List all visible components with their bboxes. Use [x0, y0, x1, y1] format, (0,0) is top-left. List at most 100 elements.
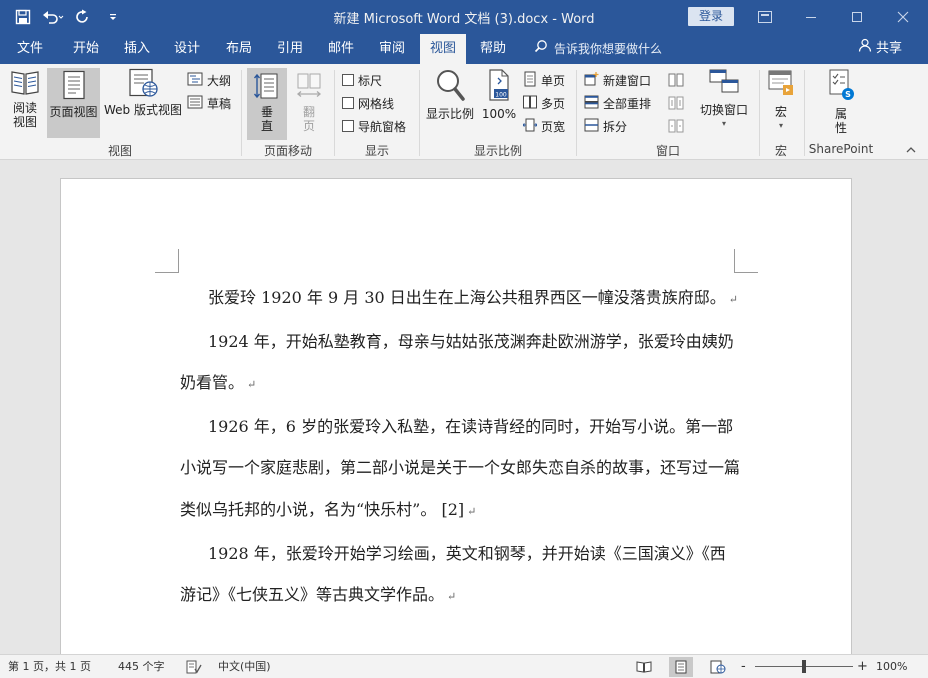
language-indicator[interactable]: 中文(中国) — [218, 655, 271, 678]
multiple-pages-button[interactable]: 多页 — [523, 93, 565, 113]
paragraph-text: 1926 年，6 岁的张爱玲入私塾，在读诗背经的同时，开始写小说。第一部小说写一… — [180, 416, 741, 519]
views-group-label: 视图 — [107, 144, 132, 158]
print-layout-view-icon[interactable] — [669, 657, 693, 677]
synchronous-scrolling-icon[interactable] — [668, 93, 684, 113]
side-to-side-button[interactable]: 翻 页 — [290, 68, 328, 140]
person-icon — [858, 34, 872, 64]
proofing-icon[interactable] — [186, 655, 202, 678]
tab-design[interactable]: 设计 — [164, 34, 210, 64]
arrange-all-label: 全部重排 — [603, 96, 652, 111]
zoom-level[interactable]: 100% — [876, 655, 907, 678]
ribbon-display-options-icon[interactable] — [742, 0, 788, 34]
paragraph-mark: ↵ — [467, 504, 477, 518]
share-button[interactable]: 共享 — [858, 34, 902, 64]
collapse-ribbon-icon[interactable] — [906, 146, 916, 157]
draft-icon — [187, 95, 203, 112]
split-label: 拆分 — [603, 119, 628, 134]
svg-text:100: 100 — [495, 92, 507, 99]
paragraph-text: 张爱玲 1920 年 9 月 30 日出生在上海公共租界西区一幢没落贵族府邸。 — [208, 288, 726, 307]
web-layout-button[interactable]: Web 版式视图 — [102, 68, 184, 138]
margin-corner-top-right — [734, 249, 758, 273]
document-canvas[interactable]: 张爱玲 1920 年 9 月 30 日出生在上海公共租界西区一幢没落贵族府邸。 ↵… — [0, 160, 928, 654]
zoom-out-button[interactable]: - — [741, 655, 746, 678]
navigation-pane-label: 导航窗格 — [358, 119, 407, 134]
navigation-pane-checkbox[interactable]: 导航窗格 — [342, 116, 406, 136]
switch-windows-button[interactable]: 切换窗口 ▾ — [694, 68, 754, 138]
one-page-button[interactable]: 单页 — [523, 70, 565, 90]
web-layout-view-icon[interactable] — [706, 657, 730, 677]
arrange-all-button[interactable]: 全部重排 — [584, 93, 651, 113]
ruler-checkbox[interactable]: 标尺 — [342, 70, 382, 90]
ruler-label: 标尺 — [358, 73, 383, 88]
tell-me-label: 告诉我你想要做什么 — [554, 42, 663, 56]
word-count-indicator[interactable]: 445 个字 — [118, 655, 165, 678]
read-mode-button[interactable]: 阅读 视图 — [6, 68, 44, 138]
macros-group-label: 宏 — [774, 144, 787, 158]
zoom-100-button[interactable]: 100 100% — [480, 68, 518, 138]
tab-view[interactable]: 视图 — [420, 34, 466, 64]
maximize-icon[interactable] — [834, 0, 880, 34]
tell-me-search[interactable]: 告诉我你想要做什么 — [534, 34, 662, 64]
ruler-checkbox-box — [342, 74, 354, 86]
redo-icon[interactable] — [70, 5, 96, 29]
macros-button[interactable]: 宏 ▾ — [763, 68, 799, 138]
zoom-button[interactable]: 显示比例 — [424, 68, 476, 138]
gridlines-checkbox[interactable]: 网格线 — [342, 93, 394, 113]
document-paragraph: 1926 年，6 岁的张爱玲入私塾，在读诗背经的同时，开始写小说。第一部小说写一… — [180, 406, 740, 533]
save-icon[interactable] — [10, 5, 36, 29]
title-bar: 新建 Microsoft Word 文档 (3).docx - Word 登录 — [0, 0, 928, 34]
page-width-label: 页宽 — [541, 119, 566, 134]
print-layout-button[interactable]: 页面视图 — [47, 68, 100, 138]
minimize-icon[interactable] — [788, 0, 834, 34]
tab-layout[interactable]: 布局 — [216, 34, 262, 64]
one-page-label: 单页 — [541, 73, 566, 88]
side-to-side-label: 翻 页 — [302, 105, 315, 133]
tab-insert[interactable]: 插入 — [114, 34, 160, 64]
web-layout-icon — [102, 68, 184, 101]
customize-qat-icon[interactable] — [100, 5, 126, 29]
zoom-label: 显示比例 — [425, 107, 474, 121]
search-icon — [534, 34, 548, 64]
tab-review[interactable]: 审阅 — [369, 34, 415, 64]
paragraph-mark: ↵ — [447, 590, 457, 604]
view-side-by-side-icon[interactable] — [668, 70, 684, 90]
draft-button[interactable]: 草稿 — [187, 93, 231, 113]
outline-button[interactable]: 大纲 — [187, 70, 231, 90]
side-to-side-icon — [290, 72, 328, 103]
vertical-button[interactable]: 垂 直 — [247, 68, 287, 140]
document-page[interactable]: 张爱玲 1920 年 9 月 30 日出生在上海公共租界西区一幢没落贵族府邸。 ↵… — [60, 178, 852, 654]
one-page-icon — [523, 71, 537, 90]
page-width-icon — [522, 117, 538, 136]
tab-home[interactable]: 开始 — [62, 34, 110, 64]
outline-icon — [187, 72, 203, 89]
new-window-icon — [584, 71, 599, 89]
tab-file[interactable]: 文件 — [8, 34, 52, 64]
chevron-down-icon: ▾ — [778, 121, 783, 130]
tab-mailings[interactable]: 邮件 — [318, 34, 364, 64]
undo-icon[interactable] — [40, 5, 66, 29]
zoom-group-label: 显示比例 — [473, 144, 522, 158]
properties-label: 属 性 — [834, 107, 847, 135]
page-number-indicator[interactable]: 第 1 页，共 1 页 — [8, 655, 91, 678]
zoom-slider-thumb[interactable] — [802, 660, 806, 673]
close-icon[interactable] — [880, 0, 926, 34]
navigation-pane-checkbox-box — [342, 120, 354, 132]
vertical-scroll-icon — [247, 72, 287, 103]
login-button[interactable]: 登录 — [688, 7, 734, 26]
web-layout-label: Web 版式视图 — [104, 103, 182, 117]
document-body[interactable]: 张爱玲 1920 年 9 月 30 日出生在上海公共租界西区一幢没落贵族府邸。 ↵… — [180, 277, 740, 618]
split-button[interactable]: 拆分 — [584, 116, 627, 136]
arrange-all-icon — [584, 95, 599, 112]
gridlines-label: 网格线 — [358, 96, 395, 111]
vertical-label: 垂 直 — [260, 105, 273, 133]
new-window-button[interactable]: 新建窗口 — [584, 70, 651, 90]
switch-windows-icon — [694, 68, 754, 101]
page-width-button[interactable]: 页宽 — [522, 116, 566, 136]
read-mode-view-icon[interactable] — [632, 657, 656, 677]
reset-window-position-icon[interactable] — [668, 116, 684, 136]
tab-references[interactable]: 引用 — [267, 34, 313, 64]
macros-icon — [763, 68, 799, 103]
properties-button[interactable]: S 属 性 — [820, 68, 862, 142]
tab-help[interactable]: 帮助 — [470, 34, 516, 64]
zoom-in-button[interactable]: + — [857, 655, 868, 678]
